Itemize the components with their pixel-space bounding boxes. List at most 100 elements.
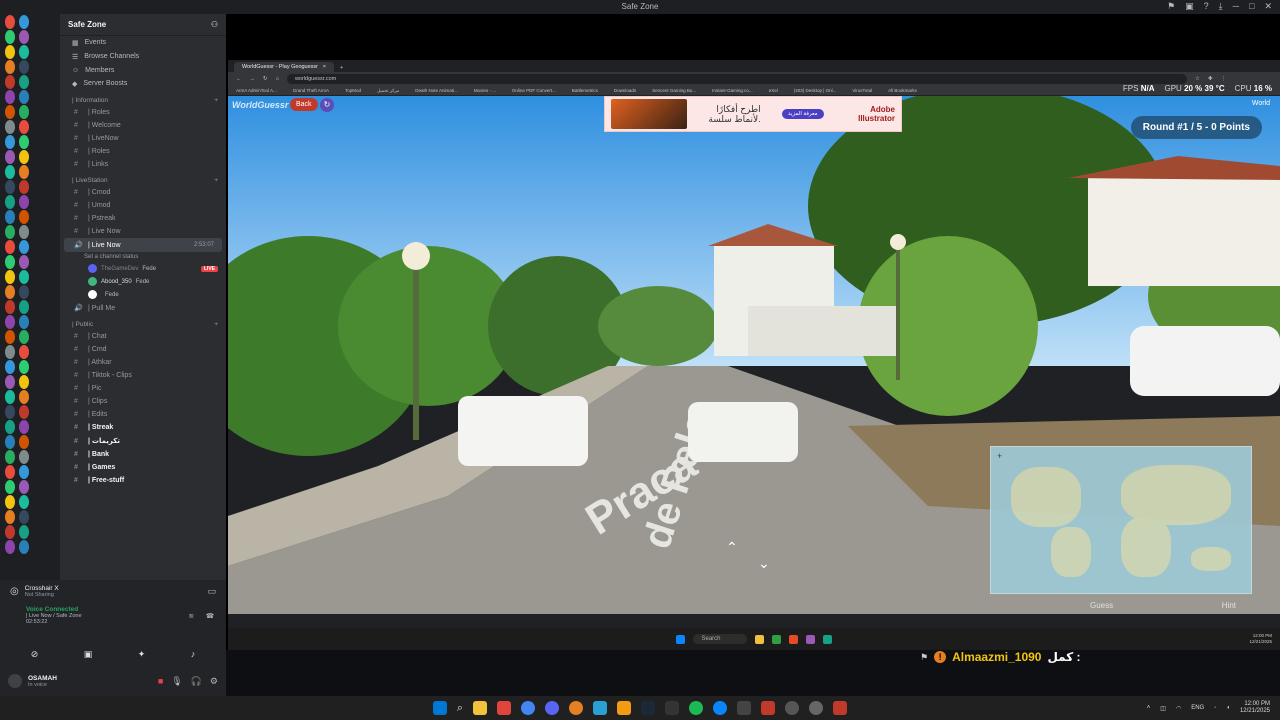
server-icon[interactable] (19, 135, 29, 149)
server-icon[interactable] (5, 435, 15, 449)
pin-icon[interactable]: ▣ (1185, 1, 1194, 12)
screen-share-button-icon[interactable]: ▣ (84, 649, 93, 660)
browser-tab[interactable]: WorldGuessr - Play Geoguessr × (234, 62, 334, 72)
headphones-icon[interactable]: 🎧 (191, 676, 202, 687)
server-icon[interactable] (5, 255, 15, 269)
category-information[interactable]: | Information + (60, 91, 226, 106)
minimize-icon[interactable]: ─ (1233, 1, 1239, 12)
app-icon[interactable] (617, 701, 632, 715)
server-icon[interactable] (5, 330, 15, 344)
server-icon[interactable] (5, 420, 15, 434)
channel-welcome[interactable]: # | Welcome (60, 119, 226, 132)
category-public[interactable]: | Public + (60, 315, 226, 330)
members-item[interactable]: ☺ Members (60, 64, 226, 77)
ad-learn-more-button[interactable]: معرفة المزيد (782, 109, 824, 119)
screen-share-icon[interactable]: ▭ (207, 586, 216, 597)
server-icon[interactable] (5, 180, 15, 194)
server-icon[interactable] (19, 30, 29, 44)
server-icon[interactable] (5, 480, 15, 494)
add-member-icon[interactable]: ⚇ (211, 20, 218, 29)
worldguessr-logo[interactable]: WorldGuessr (232, 100, 288, 110)
server-icon[interactable] (19, 45, 29, 59)
new-tab-icon[interactable]: + (334, 65, 349, 72)
server-icon[interactable] (19, 225, 29, 239)
extensions-icon[interactable]: ✚ (1208, 76, 1213, 82)
app-icon[interactable] (569, 701, 584, 715)
server-icon[interactable] (5, 90, 15, 104)
voice-user[interactable]: TheGameDev Fede LIVE (60, 262, 226, 275)
reload-icon[interactable]: ↻ (263, 76, 268, 82)
channel-roles-2[interactable]: # | Roles (60, 145, 226, 158)
soundboard-icon[interactable]: ♪ (191, 649, 196, 659)
wifi-icon[interactable]: ◦ (1214, 705, 1216, 711)
download-icon[interactable]: ⤓ (1219, 1, 1223, 12)
server-icon[interactable] (19, 465, 29, 479)
bookmark-item[interactable]: Sencent Gaming Bu... (652, 88, 696, 93)
forward-arrow-icon[interactable]: → (250, 76, 256, 82)
voice-channel-pull-me[interactable]: 🔊 | Pull Me (60, 301, 226, 315)
app-icon[interactable] (665, 701, 680, 715)
add-channel-icon[interactable]: + (214, 177, 218, 184)
server-icon[interactable] (19, 285, 29, 299)
street-view-panorama[interactable]: Praca V de Pele ⌃ ⌄ WorldGuessr Back ↻ ا… (228, 96, 1280, 614)
server-icon[interactable] (5, 345, 15, 359)
advertisement-banner[interactable]: اطرح أفكارًا لأنماط سلسة. معرفة المزيد A… (604, 96, 902, 132)
discord-icon[interactable] (545, 701, 560, 715)
search-icon[interactable]: ⌕ (457, 702, 463, 715)
channel-umod[interactable]: # | Umod (60, 199, 226, 212)
clock[interactable]: 12:00 PM 12/21/2025 (1240, 701, 1270, 715)
steam-icon[interactable] (641, 701, 656, 715)
server-icon[interactable] (5, 300, 15, 314)
channel-live-now-text[interactable]: # | Live Now (60, 225, 226, 238)
server-icon[interactable] (5, 510, 15, 524)
bookmark-item[interactable]: TopMod (345, 88, 361, 93)
server-icon[interactable] (5, 405, 15, 419)
headset-icon[interactable]: ◠ (1176, 705, 1181, 712)
server-icon[interactable] (19, 345, 29, 359)
voice-user[interactable]: Abood_350 Fede (60, 275, 226, 288)
close-icon[interactable]: ✕ (1264, 1, 1272, 12)
camera-off-icon[interactable]: ⊘ (31, 649, 39, 660)
server-boosts-item[interactable]: ◆ Server Boosts (60, 77, 226, 91)
app-icon[interactable] (809, 701, 824, 715)
inbox-icon[interactable]: ⚑ (1167, 1, 1175, 12)
bookmark-item[interactable]: ArmA AdminTool A... (236, 88, 277, 93)
server-icon[interactable] (19, 60, 29, 74)
server-icon[interactable] (5, 150, 15, 164)
menu-icon[interactable]: ⋮ (1220, 76, 1226, 82)
app-icon[interactable] (497, 701, 512, 715)
bookmark-item[interactable]: Battlemetrics (572, 88, 598, 93)
server-icon[interactable] (5, 270, 15, 284)
back-arrow-icon[interactable]: ← (236, 76, 242, 82)
channel-public[interactable]: # | Free-stuff (60, 474, 226, 487)
server-icon[interactable] (5, 165, 15, 179)
chevron-up-icon[interactable]: ˄ (1147, 705, 1151, 711)
server-icon[interactable] (19, 480, 29, 494)
channel-public[interactable]: # | Pic (60, 382, 226, 395)
server-icon[interactable] (5, 525, 15, 539)
server-icon[interactable] (5, 285, 15, 299)
chrome-icon[interactable] (521, 701, 536, 715)
channel-public[interactable]: # | Edits (60, 408, 226, 421)
guess-button[interactable]: Guess (1090, 601, 1113, 610)
server-icon[interactable] (19, 165, 29, 179)
bookmark-item[interactable]: Movies - ... (474, 88, 496, 93)
bookmark-item[interactable]: Online PDF Convert... (512, 88, 556, 93)
events-item[interactable]: ▦ Events (60, 36, 226, 50)
bookmark-item[interactable]: Downloads (614, 88, 636, 93)
language-indicator[interactable]: ENG (1191, 705, 1204, 711)
windows-start-icon[interactable] (432, 701, 447, 715)
server-icon[interactable] (19, 240, 29, 254)
back-button[interactable]: Back (290, 98, 318, 111)
server-icon[interactable] (5, 135, 15, 149)
server-icon[interactable] (5, 240, 15, 254)
disconnect-icon[interactable]: ☎ (206, 612, 214, 620)
server-icon[interactable] (19, 105, 29, 119)
close-tab-icon[interactable]: × (323, 64, 326, 70)
server-icon[interactable] (5, 210, 15, 224)
maximize-icon[interactable]: □ (1249, 1, 1254, 12)
help-icon[interactable]: ? (1204, 1, 1209, 12)
server-icon[interactable] (5, 45, 15, 59)
server-icon[interactable] (5, 465, 15, 479)
server-icon[interactable] (5, 390, 15, 404)
